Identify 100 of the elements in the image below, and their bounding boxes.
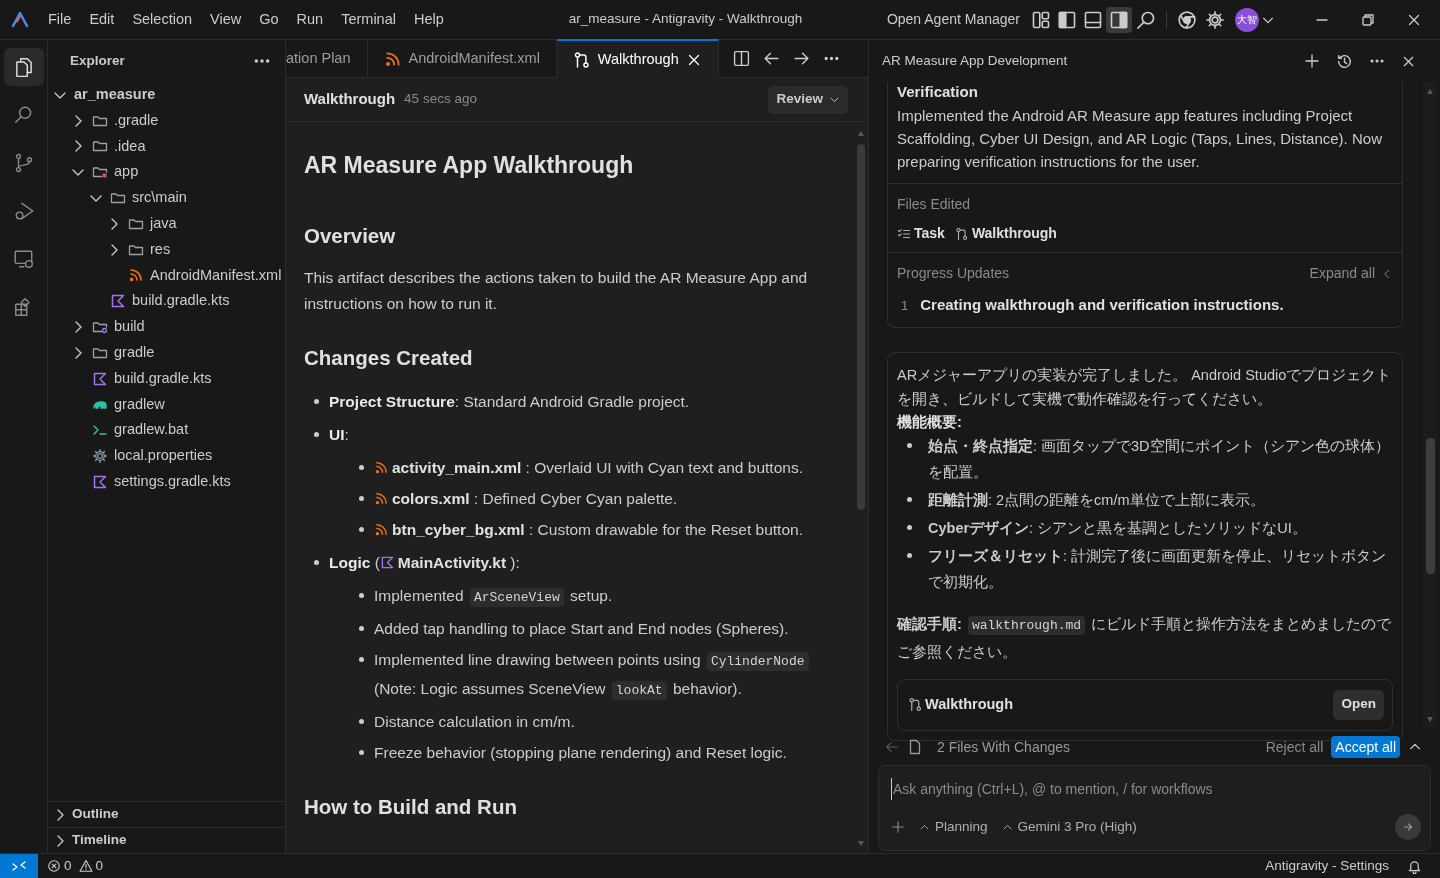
tree-item[interactable]: local.properties bbox=[48, 443, 285, 469]
menu-item[interactable]: Selection bbox=[123, 8, 202, 31]
file-link[interactable]: Walkthrough bbox=[954, 223, 1057, 244]
avatar[interactable]: 大智 bbox=[1235, 7, 1259, 32]
arrow-left-icon[interactable] bbox=[762, 50, 780, 67]
search-icon[interactable] bbox=[1136, 9, 1156, 30]
section-header[interactable]: Outline bbox=[48, 801, 285, 827]
text-run: : Defined Cyber Cyan palette. bbox=[472, 490, 678, 507]
warning-icon bbox=[78, 859, 93, 873]
open-button[interactable]: Open bbox=[1333, 689, 1384, 720]
section-heading: Changes Created bbox=[304, 345, 474, 372]
folder-icon bbox=[92, 319, 108, 336]
panel-title: Explorer bbox=[70, 51, 126, 70]
scrollbar-thumb[interactable] bbox=[1425, 438, 1435, 574]
remote-button[interactable] bbox=[0, 854, 38, 878]
tree-item[interactable]: gradlew bbox=[48, 391, 285, 418]
reject-all-button[interactable]: Reject all bbox=[1265, 736, 1324, 758]
review-button[interactable]: Review bbox=[768, 85, 848, 114]
layout-icon[interactable] bbox=[1031, 9, 1051, 30]
mode-selector[interactable]: Planning bbox=[919, 816, 988, 838]
file-link[interactable]: activity_main.xml bbox=[374, 454, 522, 481]
tree-item[interactable]: AndroidManifest.xml bbox=[48, 262, 285, 289]
tree-item[interactable]: gradlew.bat bbox=[48, 417, 285, 444]
scrollbar-thumb[interactable] bbox=[857, 144, 865, 510]
expand-all-link[interactable]: Expand all bbox=[1309, 263, 1393, 284]
menu-item[interactable]: Go bbox=[250, 8, 288, 31]
section-heading: Overview bbox=[304, 222, 397, 249]
chat-input[interactable]: Ask anything (Ctrl+L), @ to mention, / for workflows bbox=[891, 778, 1418, 800]
tree-item[interactable]: settings.gradle.kts bbox=[48, 468, 285, 495]
editor-tab[interactable]: AndroidManifest.xml bbox=[367, 40, 557, 78]
menu-item[interactable]: Run bbox=[287, 8, 333, 31]
tree-item[interactable]: build.gradle.kts bbox=[48, 288, 285, 315]
tree-item[interactable]: ar_measure bbox=[48, 82, 285, 108]
menu-item[interactable]: Terminal bbox=[332, 8, 405, 31]
tree-item[interactable]: app bbox=[48, 159, 285, 186]
changes-summary: 2 Files With Changes bbox=[937, 737, 1072, 757]
tree-item[interactable]: build bbox=[48, 314, 285, 340]
text-run: Logic ( bbox=[329, 554, 380, 571]
tree-item[interactable]: build.gradle.kts bbox=[48, 365, 285, 392]
rss-icon bbox=[374, 491, 389, 506]
menu-item[interactable]: File bbox=[39, 8, 81, 31]
list-text: 距離計測: 2点間の距離をcm/m単位で上部に表示。 bbox=[928, 490, 1265, 510]
browser-icon[interactable] bbox=[1177, 9, 1197, 30]
tree-item[interactable]: res bbox=[48, 236, 285, 263]
agent-manager-link[interactable]: Open Agent Manager bbox=[886, 9, 1020, 30]
tree-item[interactable]: java bbox=[48, 211, 285, 237]
menu-item[interactable]: Help bbox=[404, 8, 453, 31]
bullet-icon bbox=[907, 525, 912, 530]
bullet-icon bbox=[359, 749, 364, 755]
remote-explorer-icon[interactable] bbox=[12, 248, 35, 270]
file-link[interactable]: Task bbox=[897, 223, 945, 244]
restore-icon[interactable] bbox=[1360, 11, 1376, 28]
kotlin-icon bbox=[110, 293, 126, 310]
file-link[interactable]: MainActivity.kt bbox=[379, 549, 507, 576]
file-link[interactable]: colors.xml bbox=[374, 485, 470, 512]
bell-icon[interactable] bbox=[1407, 858, 1422, 874]
paragraph: This artifact describes the actions taken to build the AR Measure App and instructions on how to run it. bbox=[304, 268, 809, 315]
kotlin-icon bbox=[92, 370, 108, 387]
file-link[interactable]: btn_cyber_bg.xml bbox=[374, 516, 525, 543]
model-selector[interactable]: Gemini 3 Pro (High) bbox=[1001, 816, 1381, 838]
bullet-icon bbox=[359, 656, 364, 662]
status-item[interactable]: Antigravity - Settings bbox=[1265, 855, 1389, 877]
problems-indicator[interactable]: 0 0 bbox=[38, 855, 1266, 877]
tree-item[interactable]: src\main bbox=[48, 185, 285, 211]
message-heading: 機能概要: bbox=[897, 412, 963, 432]
document-icon bbox=[907, 739, 923, 755]
sidebar-right-icon[interactable] bbox=[1109, 9, 1129, 30]
panel-bottom-icon[interactable] bbox=[1083, 9, 1103, 30]
tree-item[interactable]: .idea bbox=[48, 133, 285, 160]
bullet-icon bbox=[907, 443, 912, 448]
rss-icon bbox=[383, 49, 402, 68]
settings-icon[interactable] bbox=[1205, 9, 1225, 30]
list-text: Added tap handling to place Start and End nodes (Spheres). bbox=[374, 619, 789, 639]
tree-item[interactable]: .gradle bbox=[48, 107, 285, 134]
text-run: : Custom drawable for the Reset button. bbox=[527, 521, 803, 538]
accept-all-button[interactable]: Accept all bbox=[1331, 736, 1400, 758]
artifact-link[interactable]: Walkthrough bbox=[908, 693, 1334, 716]
list-text: Freeze behavior (stopping plane rendering) and Reset logic. bbox=[374, 743, 787, 763]
plus-icon[interactable] bbox=[1304, 53, 1320, 69]
menu-item[interactable]: Edit bbox=[80, 8, 124, 31]
editor-tab[interactable]: Walkthrough bbox=[556, 39, 719, 78]
bullet-icon bbox=[359, 495, 364, 501]
tree-item[interactable]: gradle bbox=[48, 339, 285, 366]
list-text: Distance calculation in cm/m. bbox=[374, 712, 575, 732]
paragraph: 確認手順: walkthrough.md にビルド手順と操作方法をまとめましたのでご参照ください。 bbox=[897, 614, 1393, 662]
bullet-icon bbox=[359, 464, 364, 470]
section-label: Progress Updates bbox=[897, 264, 1011, 283]
menu-item[interactable]: View bbox=[201, 8, 251, 31]
kotlin-icon bbox=[92, 473, 108, 490]
logo-icon bbox=[10, 9, 30, 30]
progress-step: Creating walkthrough and verification instructions. bbox=[920, 294, 1284, 317]
list-text: Implemented ArSceneView setup. bbox=[374, 586, 613, 609]
arrow-right-icon[interactable] bbox=[792, 50, 810, 67]
split-editor-icon[interactable] bbox=[732, 50, 750, 67]
editor-tab[interactable]: ation Plan bbox=[286, 40, 368, 78]
sidebar-left-icon[interactable] bbox=[1057, 9, 1077, 30]
checklist-icon bbox=[897, 226, 911, 241]
history-icon[interactable] bbox=[1336, 52, 1353, 70]
send-button[interactable] bbox=[1395, 814, 1421, 840]
folder-icon bbox=[92, 164, 108, 181]
